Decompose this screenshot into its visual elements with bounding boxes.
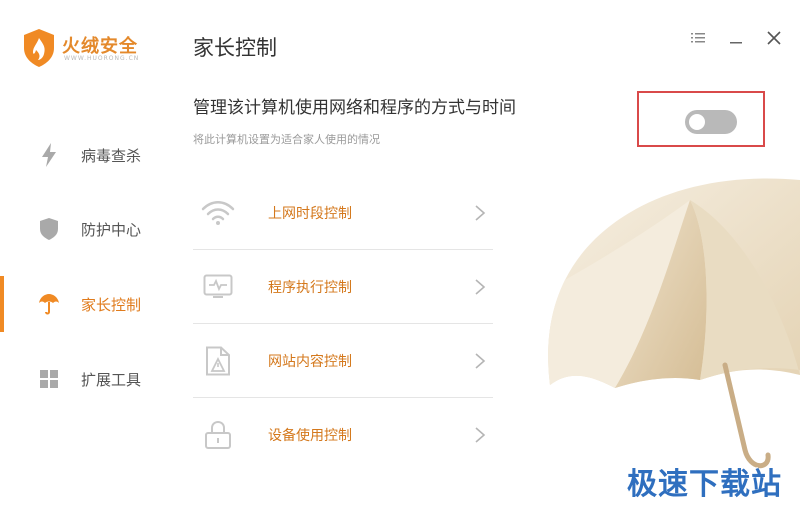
parental-control-description: 将此计算机设置为适合家人使用的情况 bbox=[193, 133, 380, 146]
app-logo: 火绒安全 WWW.HUORONG.CN bbox=[22, 28, 162, 68]
page-title: 家长控制 bbox=[193, 36, 277, 60]
sidebar: 火绒安全 WWW.HUORONG.CN 病毒查杀 防护中心 家长控制 扩展工具 bbox=[0, 0, 170, 515]
umbrella-icon bbox=[38, 293, 60, 315]
sidebar-item-protection-center[interactable]: 防护中心 bbox=[0, 201, 170, 257]
chevron-right-icon bbox=[475, 427, 486, 443]
sidebar-item-label: 防护中心 bbox=[81, 220, 142, 239]
watermark: 极速下载站 bbox=[627, 467, 782, 502]
sidebar-item-label: 家长控制 bbox=[81, 295, 142, 314]
sidebar-item-label: 病毒查杀 bbox=[81, 146, 142, 165]
feature-device-usage-control[interactable]: 设备使用控制 bbox=[193, 398, 493, 471]
shield-icon bbox=[38, 218, 60, 240]
lightning-icon bbox=[38, 143, 60, 167]
sidebar-item-virus-scan[interactable]: 病毒查杀 bbox=[0, 127, 170, 183]
feature-program-execution-control[interactable]: 程序执行控制 bbox=[193, 250, 493, 324]
toggle-knob bbox=[689, 114, 705, 130]
menu-icon[interactable] bbox=[690, 30, 706, 46]
feature-label: 网站内容控制 bbox=[268, 354, 352, 370]
chevron-right-icon bbox=[475, 279, 486, 295]
feature-label: 设备使用控制 bbox=[268, 428, 352, 444]
feature-label: 上网时段控制 bbox=[268, 206, 352, 222]
parental-control-headline: 管理该计算机使用网络和程序的方式与时间 bbox=[193, 98, 516, 118]
flame-shield-logo-icon bbox=[24, 29, 54, 67]
feature-list: 上网时段控制 程序执行控制 网站内容控制 设备使用控制 bbox=[193, 176, 493, 471]
grid-icon bbox=[38, 368, 60, 390]
chevron-right-icon bbox=[475, 353, 486, 369]
wifi-icon bbox=[201, 198, 235, 228]
sidebar-item-extension-tools[interactable]: 扩展工具 bbox=[0, 351, 170, 407]
feature-internet-time-control[interactable]: 上网时段控制 bbox=[193, 176, 493, 250]
close-icon[interactable] bbox=[766, 30, 782, 46]
lock-icon bbox=[201, 420, 235, 450]
feature-label: 程序执行控制 bbox=[268, 280, 352, 296]
window-controls bbox=[690, 30, 782, 46]
document-icon bbox=[201, 346, 235, 376]
minimize-icon[interactable] bbox=[728, 30, 744, 46]
app-url: WWW.HUORONG.CN bbox=[64, 55, 140, 62]
monitor-icon bbox=[201, 272, 235, 302]
sidebar-item-label: 扩展工具 bbox=[81, 370, 142, 389]
feature-website-content-control[interactable]: 网站内容控制 bbox=[193, 324, 493, 398]
parental-control-toggle[interactable] bbox=[685, 110, 737, 134]
toggle-highlight-frame bbox=[637, 91, 765, 147]
chevron-right-icon bbox=[475, 205, 486, 221]
sidebar-item-parental-control[interactable]: 家长控制 bbox=[0, 276, 170, 332]
